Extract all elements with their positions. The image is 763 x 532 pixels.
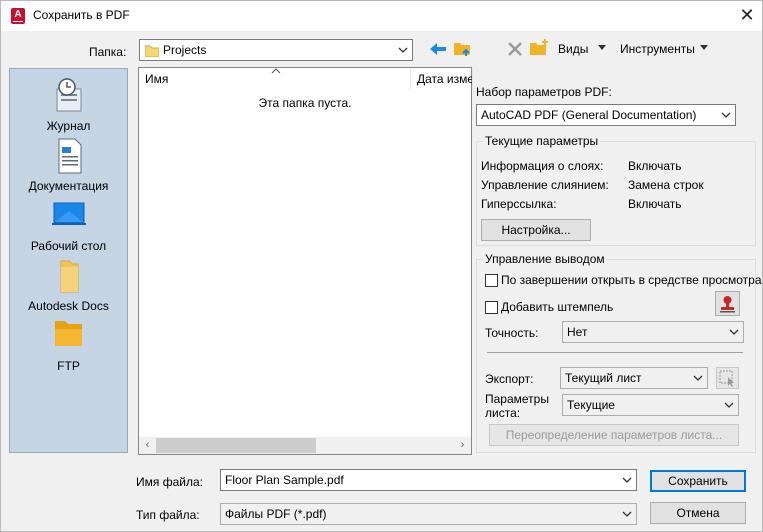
views-menu[interactable]: Виды: [558, 42, 588, 56]
setup-button[interactable]: Настройка...: [481, 219, 591, 241]
place-ftp[interactable]: FTP: [10, 317, 127, 373]
empty-folder-message: Эта папка пуста.: [258, 96, 352, 110]
place-label: Autodesk Docs: [28, 299, 109, 313]
current-settings-group: Текущие параметры Информация о слоях: Вк…: [476, 134, 756, 246]
open-viewer-checkbox[interactable]: [485, 274, 498, 287]
close-button[interactable]: ✕: [735, 4, 759, 28]
places-bar: Журнал Документация Рабочий стол Autodes…: [9, 68, 128, 453]
hyperlink-value: Включать: [628, 197, 682, 211]
merge-control-label: Управление слиянием:: [481, 178, 609, 192]
new-folder-icon[interactable]: [530, 39, 550, 57]
precision-select[interactable]: Нет: [562, 321, 744, 343]
filetype-select[interactable]: Файлы PDF (*.pdf): [220, 503, 637, 525]
place-desktop[interactable]: Рабочий стол: [10, 197, 127, 253]
folder-label: Папка:: [89, 45, 127, 59]
place-history[interactable]: Журнал: [10, 77, 127, 133]
export-select[interactable]: Текущий лист: [560, 367, 708, 389]
chevron-down-icon: [622, 477, 632, 483]
layers-info-label: Информация о слоях:: [481, 159, 604, 173]
history-icon: [56, 78, 81, 112]
current-settings-title: Текущие параметры: [483, 134, 601, 148]
tools-menu[interactable]: Инструменты: [620, 42, 695, 56]
pdf-preset-select[interactable]: AutoCAD PDF (General Documentation): [476, 104, 736, 126]
autocad-app-icon: A: [11, 8, 25, 24]
delete-icon[interactable]: [507, 41, 523, 57]
select-sheets-button[interactable]: [716, 367, 739, 389]
horizontal-scrollbar[interactable]: ‹ ›: [139, 437, 471, 454]
output-control-group: Управление выводом По завершении открыть…: [476, 252, 762, 453]
place-label: Документация: [28, 179, 109, 193]
sheet-params-label-line1: Параметры: [485, 392, 549, 406]
scroll-left-icon[interactable]: ‹: [139, 437, 156, 454]
chevron-down-icon: [724, 402, 734, 408]
open-viewer-label[interactable]: По завершении открыть в средстве просмот…: [501, 273, 762, 287]
filename-input[interactable]: Floor Plan Sample.pdf: [220, 469, 637, 491]
sheet-params-label-line2: листа:: [485, 406, 521, 420]
place-label: FTP: [57, 359, 80, 373]
precision-label: Точность:: [485, 326, 539, 340]
folder-up-icon[interactable]: [454, 39, 474, 57]
export-label: Экспорт:: [485, 372, 534, 386]
override-sheet-params-button[interactable]: Переопределение параметров листа...: [489, 424, 739, 446]
save-pdf-dialog: A Сохранить в PDF ✕ Папка: Projects Виды…: [0, 0, 763, 532]
pdf-preset-value: AutoCAD PDF (General Documentation): [481, 108, 697, 122]
chevron-down-icon: [693, 375, 703, 381]
column-date-label: Дата изме: [417, 72, 473, 86]
chevron-down-icon: [398, 47, 408, 53]
place-autodesk-docs[interactable]: Autodesk Docs: [10, 257, 127, 313]
stamp-settings-button[interactable]: [715, 291, 740, 316]
filename-label: Имя файла:: [136, 475, 203, 489]
column-name-label: Имя: [145, 72, 169, 86]
documents-icon: [58, 138, 81, 174]
pdf-preset-label: Набор параметров PDF:: [476, 85, 612, 99]
sort-up-icon: [271, 68, 281, 74]
merge-control-value: Замена строк: [628, 178, 704, 192]
place-label: Рабочий стол: [30, 239, 107, 253]
scroll-right-icon[interactable]: ›: [454, 437, 471, 454]
save-button[interactable]: Сохранить: [650, 470, 746, 492]
tools-dropdown-icon[interactable]: [700, 45, 708, 51]
chevron-down-icon: [721, 112, 731, 118]
place-label: Журнал: [46, 119, 91, 133]
stamp-icon: [720, 296, 735, 313]
add-stamp-label[interactable]: Добавить штемпель: [501, 300, 613, 314]
back-arrow-icon[interactable]: [429, 41, 447, 57]
chevron-down-icon: [622, 511, 632, 517]
folder-select[interactable]: Projects: [139, 39, 413, 61]
folder-icon: [145, 45, 159, 57]
autodesk-docs-icon: [60, 260, 78, 293]
cancel-button[interactable]: Отмена: [650, 502, 746, 524]
hyperlink-label: Гиперссылка:: [481, 197, 557, 211]
desktop-icon: [51, 202, 86, 225]
file-list[interactable]: Имя Дата изме Эта папка пуста. ‹ ›: [138, 67, 473, 455]
export-value: Текущий лист: [565, 371, 642, 385]
place-documents[interactable]: Документация: [10, 137, 127, 193]
layers-info-value: Включать: [628, 159, 682, 173]
filename-value: Floor Plan Sample.pdf: [225, 473, 344, 487]
ftp-icon: [54, 321, 82, 346]
add-stamp-checkbox[interactable]: [485, 301, 498, 314]
chevron-down-icon: [729, 329, 739, 335]
filetype-value: Файлы PDF (*.pdf): [225, 507, 327, 521]
window-title: Сохранить в PDF: [33, 8, 130, 22]
sheet-params-value: Текущие: [567, 398, 615, 412]
scroll-thumb[interactable]: [156, 438, 316, 453]
views-dropdown-icon[interactable]: [598, 45, 606, 51]
title-bar: A Сохранить в PDF ✕: [1, 1, 762, 31]
output-control-title: Управление выводом: [483, 252, 607, 266]
select-pages-icon: [719, 370, 734, 387]
folder-value: Projects: [163, 43, 207, 57]
separator: [487, 352, 743, 353]
precision-value: Нет: [567, 325, 588, 339]
column-header-date[interactable]: Дата изме: [411, 68, 473, 90]
sheet-params-select[interactable]: Текущие: [562, 394, 739, 416]
filetype-label: Тип файла:: [136, 508, 200, 522]
